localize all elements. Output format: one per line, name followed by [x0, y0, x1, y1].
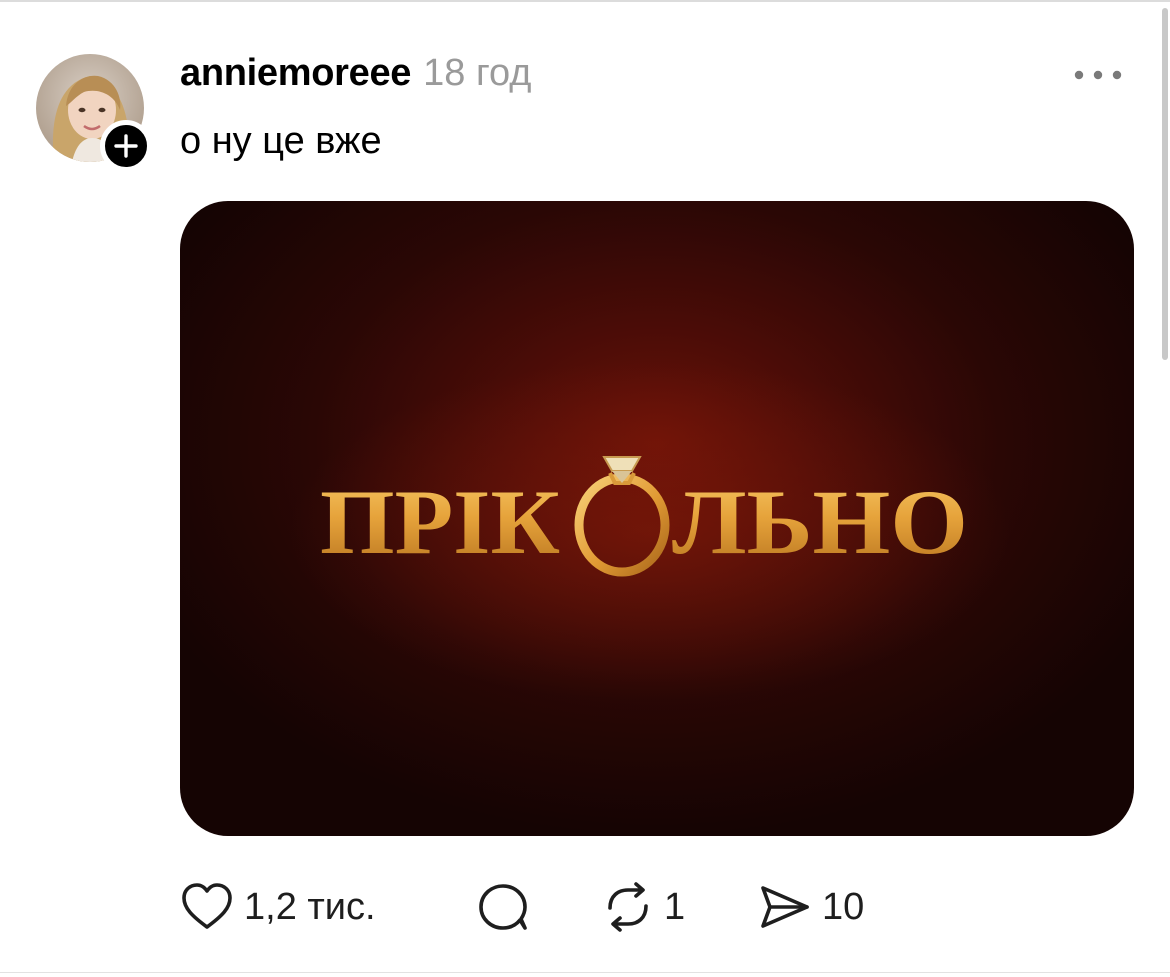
thread-post: anniemoreee 18 год о ну це вже ПРІК ЛЬНО… [0, 0, 1170, 977]
like-button[interactable]: 1,2 тис. [180, 878, 376, 936]
comment-icon [479, 884, 527, 930]
post-time[interactable]: 18 год [423, 52, 531, 95]
more-options-button[interactable] [1070, 62, 1126, 88]
avatar-container[interactable] [36, 54, 152, 172]
post-image[interactable]: ПРІК ЛЬНО [180, 201, 1134, 836]
repost-icon [608, 882, 648, 932]
post-actions: 1,2 тис. 1 10 [180, 878, 900, 936]
share-count: 10 [822, 885, 865, 928]
reply-button[interactable] [476, 878, 530, 936]
send-icon [761, 886, 809, 928]
post-image-content: ПРІК ЛЬНО [290, 361, 1010, 701]
image-title-left: ПРІК [320, 471, 560, 573]
follow-button[interactable] [100, 120, 152, 172]
username-link[interactable]: anniemoreee [180, 52, 411, 95]
heart-icon [182, 883, 232, 929]
like-count: 1,2 тис. [244, 885, 376, 928]
repost-button[interactable]: 1 [602, 878, 685, 936]
more-horizontal-icon [1074, 70, 1122, 80]
post-text: о ну це вже [180, 120, 382, 162]
plus-icon [114, 134, 138, 158]
share-button[interactable]: 10 [758, 878, 864, 936]
image-title-right: ЛЬНО [672, 471, 968, 573]
divider [0, 972, 1170, 973]
repost-count: 1 [664, 885, 686, 928]
post-header: anniemoreee 18 год [180, 52, 531, 102]
scrollbar[interactable] [1162, 8, 1168, 360]
